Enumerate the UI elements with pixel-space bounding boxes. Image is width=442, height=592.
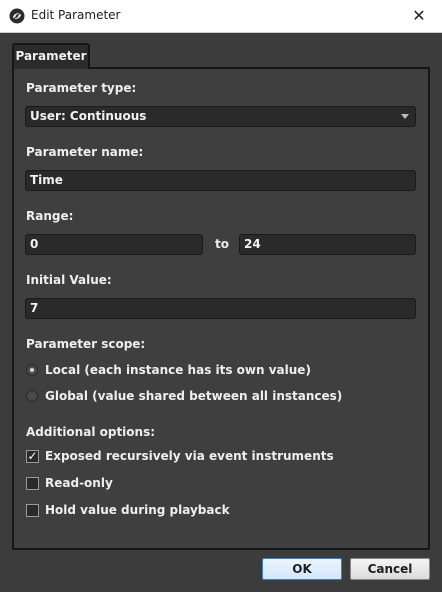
range-label: Range:: [26, 209, 74, 223]
range-to-label: to: [215, 237, 229, 251]
scope-global-label[interactable]: Global (value shared between all instanc…: [45, 389, 342, 403]
close-button[interactable]: ✕: [396, 0, 442, 32]
tab-parameter[interactable]: Parameter: [12, 43, 90, 69]
range-min-input[interactable]: 0: [25, 234, 203, 255]
chevron-down-icon: [401, 114, 409, 119]
parameter-type-value: User: Continuous: [30, 109, 147, 123]
cancel-button[interactable]: Cancel: [350, 558, 430, 580]
read-only-label[interactable]: Read-only: [45, 476, 113, 490]
hold-value-label[interactable]: Hold value during playback: [45, 503, 230, 517]
parameter-type-label: Parameter type:: [26, 81, 137, 95]
hold-value-checkbox[interactable]: [26, 504, 39, 517]
initial-value-input[interactable]: 7: [25, 298, 416, 319]
initial-value-label: Initial Value:: [26, 273, 112, 287]
exposed-recursively-label[interactable]: Exposed recursively via event instrument…: [45, 449, 334, 463]
read-only-checkbox[interactable]: [26, 477, 39, 490]
exposed-recursively-checkbox[interactable]: ✓: [26, 450, 39, 463]
parameter-name-label: Parameter name:: [26, 145, 144, 159]
checkmark-icon: ✓: [27, 449, 38, 463]
additional-options-label: Additional options:: [26, 425, 156, 439]
radio-selected-dot: [30, 368, 34, 372]
ok-button[interactable]: OK: [262, 558, 342, 580]
scope-local-label[interactable]: Local (each instance has its own value): [45, 363, 311, 377]
app-icon: [9, 8, 25, 24]
scope-local-radio[interactable]: [26, 364, 38, 376]
title-bar: Edit Parameter ✕: [0, 0, 442, 33]
parameter-type-dropdown[interactable]: User: Continuous: [25, 106, 416, 127]
parameter-scope-label: Parameter scope:: [26, 337, 146, 351]
parameter-name-input[interactable]: Time: [25, 170, 416, 191]
range-max-input[interactable]: 24: [239, 234, 416, 255]
scope-global-radio[interactable]: [26, 390, 38, 402]
close-icon: ✕: [412, 6, 426, 25]
window-title: Edit Parameter: [31, 8, 121, 22]
